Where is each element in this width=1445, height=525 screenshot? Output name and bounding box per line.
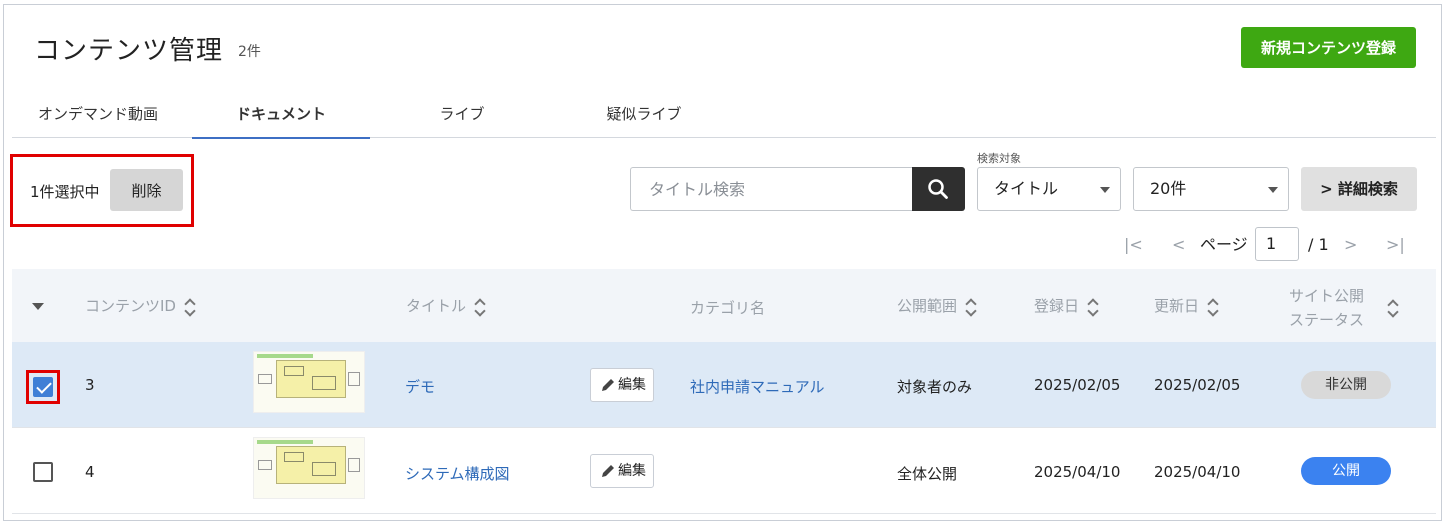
bulk-select-dropdown-icon[interactable]: [32, 303, 44, 310]
page-title: コンテンツ管理: [34, 36, 224, 66]
header-title[interactable]: タイトル: [406, 295, 486, 317]
sort-icon[interactable]: [474, 297, 486, 317]
first-page-button[interactable]: |<: [1124, 229, 1143, 261]
tab-bar: オンデマンド動画 ドキュメント ライブ 疑似ライブ: [12, 90, 1436, 139]
per-page-select[interactable]: 20件: [1133, 167, 1289, 211]
checkbox-highlight: [26, 370, 60, 404]
status-badge: 公開: [1301, 457, 1391, 485]
chevron-right-icon: >: [1320, 180, 1333, 198]
header-content-id[interactable]: コンテンツID: [85, 295, 196, 317]
search-icon: [928, 179, 948, 199]
row-title-link[interactable]: デモ: [405, 376, 435, 397]
edit-label: 編集: [618, 377, 646, 393]
search-target-label: 検索対象: [977, 152, 1021, 165]
edit-label: 編集: [618, 463, 646, 479]
header-category: カテゴリ名: [690, 299, 766, 317]
row-updated-date: 2025/04/10: [1154, 463, 1241, 481]
status-badge: 非公開: [1301, 371, 1391, 399]
row-registered-date: 2025/02/05: [1034, 376, 1121, 394]
tab-pseudo-live[interactable]: 疑似ライブ: [594, 90, 694, 138]
chevron-down-icon: [1100, 187, 1110, 193]
pencil-icon: [602, 465, 614, 477]
per-page-value: 20件: [1150, 179, 1187, 198]
row-content-id: 3: [85, 376, 95, 394]
row-category-link[interactable]: 社内申請マニュアル: [690, 376, 825, 397]
header-registered[interactable]: 登録日: [1034, 295, 1099, 317]
advanced-search-button[interactable]: > 詳細検索: [1301, 167, 1417, 211]
header-updated-label: 更新日: [1154, 297, 1200, 315]
chevron-down-icon: [1268, 187, 1278, 193]
next-page-button[interactable]: >: [1344, 229, 1357, 261]
sort-icon[interactable]: [1087, 297, 1099, 317]
sort-icon[interactable]: [965, 297, 977, 317]
row-scope: 全体公開: [897, 465, 958, 483]
header-title-label: タイトル: [406, 297, 467, 315]
header-scope-label: 公開範囲: [897, 297, 958, 315]
content-count: 2件: [238, 44, 261, 60]
row-scope: 対象者のみ: [897, 378, 973, 396]
header-registered-label: 登録日: [1034, 297, 1080, 315]
prev-page-button[interactable]: <: [1172, 229, 1185, 261]
row-checkbox[interactable]: [33, 462, 53, 482]
row-title-link[interactable]: システム構成図: [405, 463, 510, 484]
header-site-status: サイト公開 ステータス: [1289, 284, 1364, 332]
search-target-value: タイトル: [994, 179, 1059, 198]
new-content-button[interactable]: 新規コンテンツ登録: [1241, 27, 1416, 68]
header-scope[interactable]: 公開範囲: [897, 295, 977, 317]
page-label: ページ: [1200, 235, 1248, 254]
header-updated[interactable]: 更新日: [1154, 295, 1219, 317]
tab-document[interactable]: ドキュメント: [192, 90, 370, 139]
delete-button[interactable]: 削除: [110, 169, 183, 211]
document-thumbnail[interactable]: [253, 351, 365, 413]
selection-count: 1件選択中: [30, 183, 100, 201]
row-updated-date: 2025/02/05: [1154, 376, 1241, 394]
pencil-icon: [602, 379, 614, 391]
page-number-input[interactable]: 1: [1255, 227, 1299, 261]
page-total: / 1: [1308, 235, 1329, 254]
header-site-status-line1: サイト公開: [1289, 287, 1365, 305]
search-target-select[interactable]: タイトル: [977, 167, 1121, 211]
tab-live[interactable]: ライブ: [412, 90, 512, 138]
search-button[interactable]: [912, 167, 965, 211]
row-registered-date: 2025/04/10: [1034, 463, 1121, 481]
sort-icon[interactable]: [1387, 298, 1399, 318]
edit-button[interactable]: 編集: [590, 368, 654, 402]
last-page-button[interactable]: >|: [1386, 229, 1405, 261]
header-site-status-line2: ステータス: [1289, 311, 1365, 329]
edit-button[interactable]: 編集: [590, 454, 654, 488]
sort-icon[interactable]: [1207, 297, 1219, 317]
sort-icon[interactable]: [184, 297, 196, 317]
tab-on-demand-video[interactable]: オンデマンド動画: [28, 90, 168, 138]
header-content-id-label: コンテンツID: [85, 297, 176, 315]
advanced-search-label: 詳細検索: [1337, 180, 1398, 198]
content-management-page: コンテンツ管理 2件 新規コンテンツ登録 オンデマンド動画 ドキュメント ライブ…: [3, 4, 1442, 521]
row-content-id: 4: [85, 463, 95, 481]
title-search-input[interactable]: [630, 167, 913, 211]
document-thumbnail[interactable]: [253, 437, 365, 499]
